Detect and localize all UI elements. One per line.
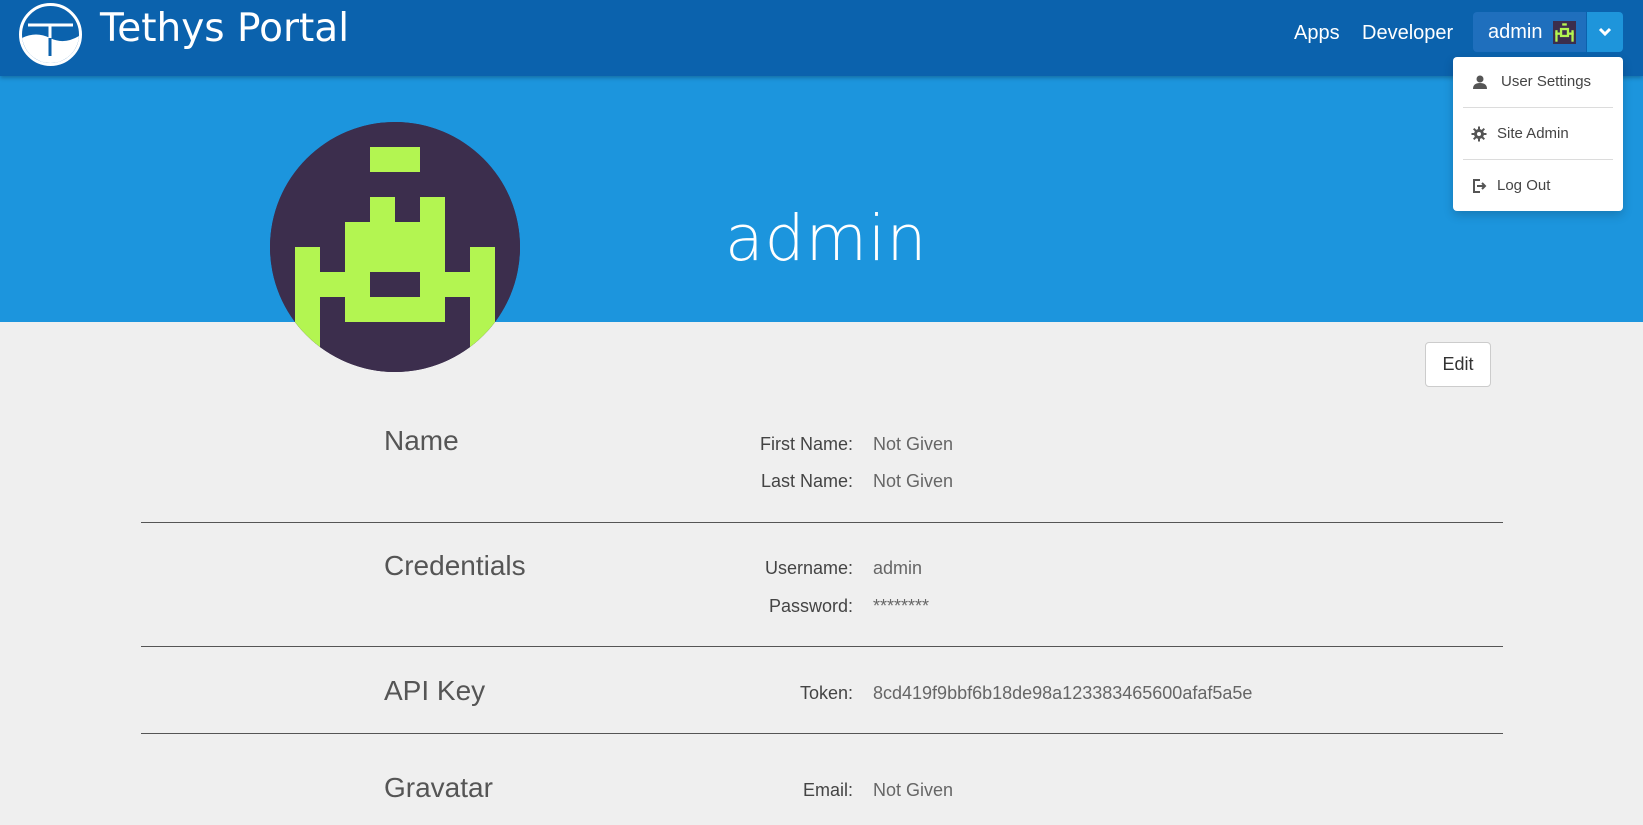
menu-item-label: User Settings: [1501, 73, 1592, 90]
section-title-gravatar: Gravatar: [384, 772, 493, 803]
user-menu-toggle[interactable]: [1587, 12, 1623, 52]
portal-title[interactable]: Tethys Portal: [100, 6, 349, 52]
section-title-api-key: API Key: [384, 675, 486, 706]
username-label: Username:: [764, 558, 853, 578]
tethys-logo-icon: [22, 23, 79, 63]
section-divider: [141, 522, 1503, 523]
section-title-name: Name: [384, 425, 459, 456]
nav-apps-link[interactable]: Apps: [1294, 20, 1340, 46]
section-divider: [141, 646, 1503, 647]
user-menu-label: admin: [1488, 21, 1543, 43]
top-navbar: Tethys Portal Apps Developer admin: [0, 0, 1643, 76]
tethys-logo[interactable]: [19, 3, 82, 66]
identicon-image: [270, 122, 520, 372]
user-dropdown-menu: User Settings Site Admin Log Out: [1453, 57, 1623, 211]
password-value: ********: [873, 596, 930, 616]
profile-username-heading: admin: [725, 202, 928, 275]
edit-profile-button[interactable]: Edit: [1425, 342, 1491, 387]
menu-item-site-admin[interactable]: Site Admin: [1453, 114, 1623, 154]
password-label: Password:: [768, 596, 853, 616]
nav-developer-link[interactable]: Developer: [1362, 20, 1453, 46]
last-name-value: Not Given: [873, 471, 954, 491]
menu-item-label: Log Out: [1497, 177, 1551, 194]
username-value: admin: [873, 558, 923, 578]
menu-item-label: Site Admin: [1497, 125, 1569, 142]
email-value: Not Given: [873, 780, 954, 800]
last-name-label: Last Name:: [760, 471, 853, 491]
first-name-label: First Name:: [759, 434, 853, 454]
gear-icon: [1471, 126, 1487, 142]
menu-item-user-settings[interactable]: User Settings: [1453, 62, 1623, 102]
token-label: Token:: [799, 683, 853, 703]
user-menu-button[interactable]: admin: [1473, 12, 1586, 52]
profile-avatar: [270, 122, 520, 372]
menu-divider: [1463, 159, 1613, 160]
menu-item-log-out[interactable]: Log Out: [1453, 166, 1623, 206]
user-icon: [1473, 75, 1487, 89]
user-avatar-thumbnail: [1553, 21, 1576, 44]
chevron-down-icon: [1598, 27, 1612, 37]
section-divider: [141, 733, 1503, 734]
logout-icon: [1473, 179, 1487, 193]
first-name-value: Not Given: [873, 434, 954, 454]
section-title-credentials: Credentials: [384, 550, 526, 581]
profile-banner: [0, 76, 1643, 322]
menu-divider: [1463, 107, 1613, 108]
token-value: 8cd419f9bbf6b18de98a123383465600afaf5a5e: [873, 683, 1253, 703]
email-label: Email:: [802, 780, 853, 800]
